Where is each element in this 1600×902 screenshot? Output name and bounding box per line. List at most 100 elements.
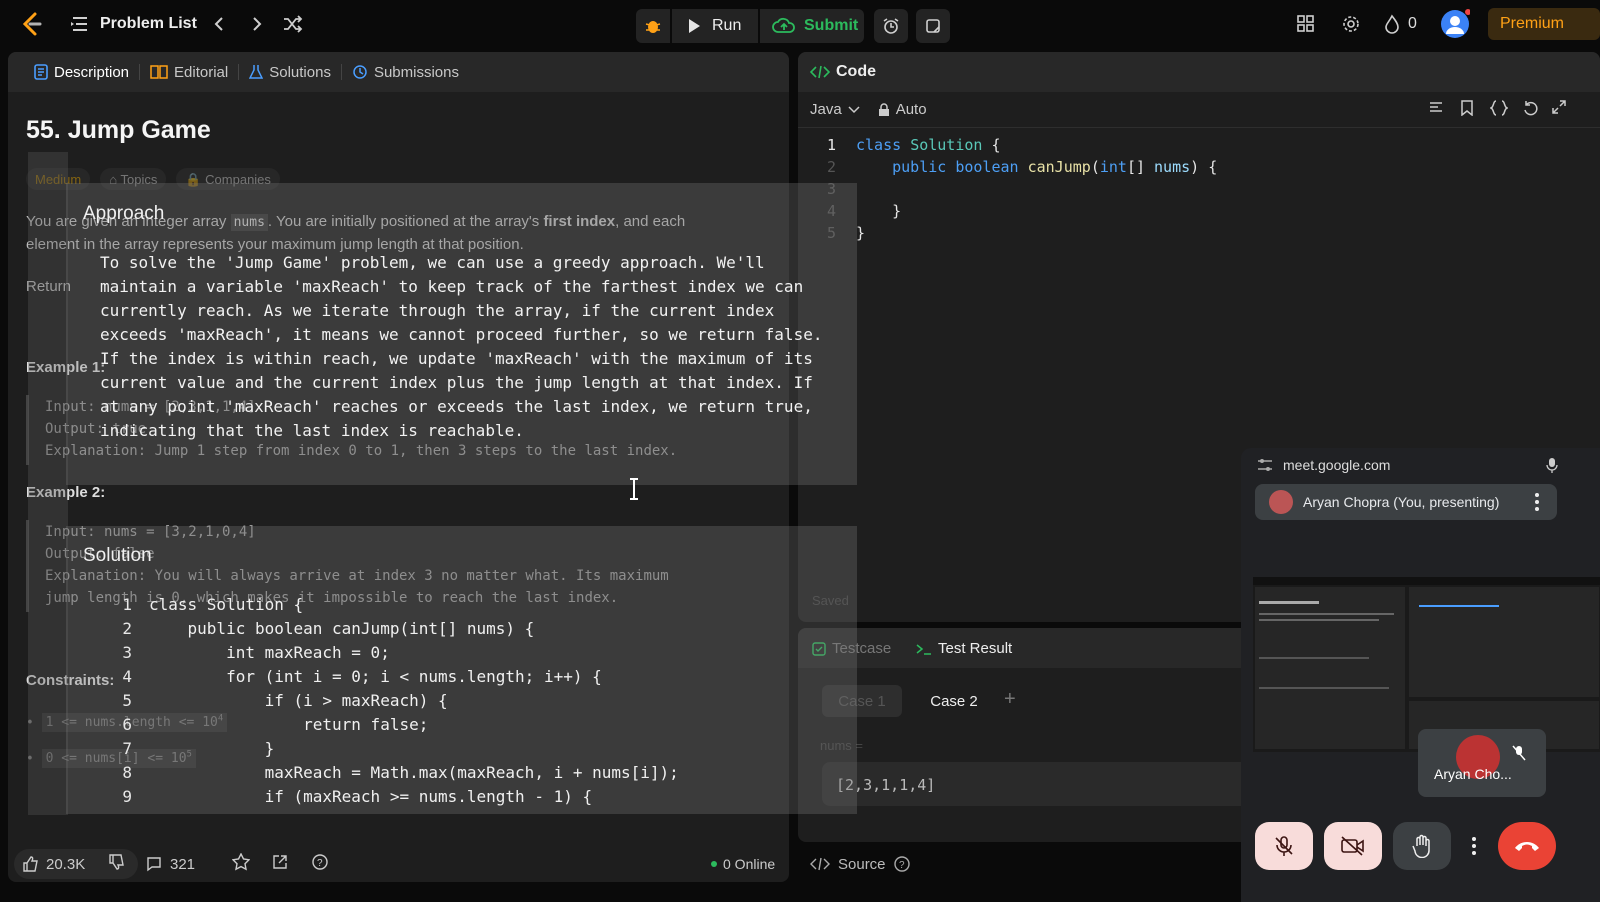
camera-button[interactable] xyxy=(1324,822,1382,870)
user-avatar[interactable] xyxy=(1440,0,1470,48)
comments-button[interactable]: 321 xyxy=(146,856,195,873)
screen-share-preview xyxy=(1253,577,1600,752)
settings-button[interactable] xyxy=(1341,0,1361,48)
star-icon xyxy=(232,853,250,871)
editor-code-line: } xyxy=(856,224,866,242)
approach-line: If the index is within reach, we update … xyxy=(100,349,813,368)
tab-editorial-label: Editorial xyxy=(174,63,229,81)
shuffle-icon xyxy=(282,15,304,33)
presenter-more-button[interactable] xyxy=(1535,493,1539,516)
auto-mode[interactable]: Auto xyxy=(878,101,927,118)
submit-button[interactable]: Submit xyxy=(760,9,864,43)
tab-description[interactable]: Description xyxy=(24,63,141,81)
bookmark-icon xyxy=(1460,100,1474,116)
solution-line-number: 5 xyxy=(122,691,132,710)
phone-hangup-icon xyxy=(1513,839,1541,853)
nums-input[interactable]: [2,3,1,1,4] xyxy=(822,762,1258,806)
self-video-tile[interactable]: Aryan Cho... xyxy=(1418,729,1546,797)
presenter-avatar xyxy=(1269,490,1293,514)
approach-line: exceeds 'maxReach', it means we cannot p… xyxy=(100,325,823,344)
self-name: Aryan Cho... xyxy=(1434,766,1512,782)
meet-header: meet.google.com xyxy=(1257,457,1390,473)
editor-line-number: 1 xyxy=(826,136,836,154)
solution-line-number: 7 xyxy=(122,739,132,758)
add-case-button[interactable]: + xyxy=(1004,688,1016,711)
code-icon xyxy=(810,857,830,871)
favorite-button[interactable] xyxy=(232,853,250,875)
mic-off-icon xyxy=(1512,745,1526,766)
grid-layout-icon xyxy=(1296,14,1316,34)
random-problem-button[interactable] xyxy=(282,0,304,48)
flask-icon xyxy=(249,64,264,80)
editor-code-line: } xyxy=(856,202,902,220)
braces-icon xyxy=(1490,100,1508,116)
tab-test-result[interactable]: Test Result xyxy=(916,640,1012,657)
tab-editorial[interactable]: Editorial xyxy=(140,63,240,81)
like-button[interactable]: 20.3K xyxy=(22,856,85,873)
format-button[interactable] xyxy=(1428,100,1444,120)
tab-solutions[interactable]: Solutions xyxy=(239,63,342,81)
gear-icon xyxy=(1341,14,1361,34)
description-footer: 20.3K 321 ? 0 Online xyxy=(8,846,789,882)
help-button[interactable]: ? xyxy=(312,854,328,874)
solution-line-number: 2 xyxy=(122,619,132,638)
cloud-upload-icon xyxy=(772,17,796,35)
raise-hand-button[interactable] xyxy=(1393,822,1451,870)
history-icon xyxy=(352,64,368,80)
presenter-bar[interactable]: Aryan Chopra (You, presenting) xyxy=(1255,484,1557,520)
auto-label: Auto xyxy=(895,101,927,118)
approach-line: at any point 'maxReach' reaches or excee… xyxy=(100,397,813,416)
debug-button[interactable] xyxy=(636,9,670,43)
source-bar: Source ? xyxy=(798,846,1241,882)
tab-description-label: Description xyxy=(54,63,130,81)
notes-button[interactable] xyxy=(916,9,950,43)
reset-button[interactable] xyxy=(1522,100,1538,120)
case-2-label: Case 2 xyxy=(930,692,978,710)
share-button[interactable] xyxy=(272,854,288,874)
premium-button[interactable]: Premium xyxy=(1488,8,1600,40)
chevron-down-icon xyxy=(848,105,860,114)
approach-line: indicating that the last index is reacha… xyxy=(100,421,524,440)
problem-list-label: Problem List xyxy=(100,15,197,32)
timer-button[interactable] xyxy=(874,9,908,43)
approach-line: To solve the 'Jump Game' problem, we can… xyxy=(100,253,765,272)
flame-icon xyxy=(1384,14,1400,34)
solution-code-line: if (i > maxReach) { xyxy=(149,691,448,710)
tab-submissions[interactable]: Submissions xyxy=(342,64,469,81)
like-count: 20.3K xyxy=(46,855,86,873)
meet-more-button[interactable] xyxy=(1460,822,1488,870)
solution-code-line: int maxReach = 0; xyxy=(149,643,390,662)
book-icon xyxy=(150,64,168,80)
solution-line-number: 3 xyxy=(122,643,132,662)
plus-icon: + xyxy=(1004,688,1016,710)
chevron-right-icon xyxy=(248,15,266,33)
mute-button[interactable] xyxy=(1255,822,1313,870)
streak-counter[interactable]: 0 xyxy=(1384,0,1417,48)
problem-list-link[interactable]: Problem List xyxy=(70,0,197,48)
leetcode-logo[interactable] xyxy=(20,0,44,48)
language-selector[interactable]: Java xyxy=(810,101,860,118)
run-button[interactable]: Run xyxy=(672,9,758,43)
end-call-button[interactable] xyxy=(1498,822,1556,870)
svg-text:?: ? xyxy=(317,858,323,869)
braces-button[interactable] xyxy=(1490,100,1508,120)
source-link[interactable]: Source xyxy=(838,856,886,873)
tab-test-result-label: Test Result xyxy=(938,640,1013,657)
layout-button[interactable] xyxy=(1296,0,1316,48)
bookmark-button[interactable] xyxy=(1460,100,1474,120)
approach-text: To solve the 'Jump Game' problem, we can… xyxy=(100,251,822,443)
dislike-button[interactable] xyxy=(108,854,124,874)
next-problem-button[interactable] xyxy=(248,0,266,48)
online-dot xyxy=(711,861,717,867)
expand-icon xyxy=(1552,100,1566,114)
share-icon xyxy=(272,854,288,870)
case-2-tab[interactable]: Case 2 xyxy=(914,685,994,717)
fullscreen-button[interactable] xyxy=(1552,100,1566,118)
solution-code-line: for (int i = 0; i < nums.length; i++) { xyxy=(149,667,602,686)
prev-problem-button[interactable] xyxy=(210,0,228,48)
presenter-name: Aryan Chopra (You, presenting) xyxy=(1303,494,1500,510)
tab-solutions-label: Solutions xyxy=(269,63,331,81)
solution-line-number: 6 xyxy=(122,715,132,734)
avatar-icon xyxy=(1441,9,1470,38)
editor-toolbar: Java Auto xyxy=(798,92,1600,128)
